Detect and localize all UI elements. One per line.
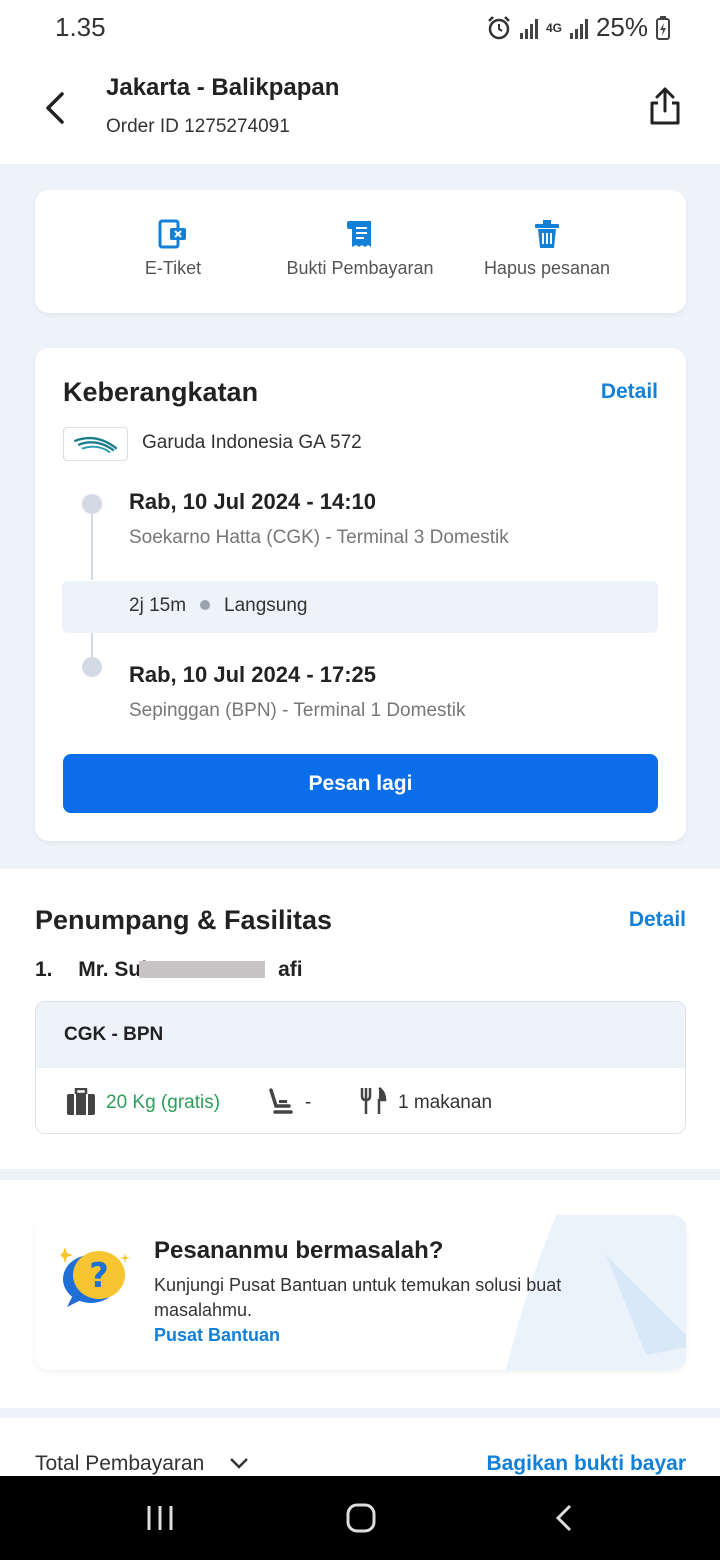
garuda-logo-icon [63, 427, 128, 461]
passengers-detail-link[interactable]: Detail [629, 908, 686, 932]
passenger-name-suffix: afi [278, 958, 303, 981]
signal-icon-2 [569, 17, 588, 39]
flight-duration-box: 2j 15m Langsung [62, 581, 658, 633]
home-icon[interactable] [345, 1502, 377, 1534]
order-id: Order ID 1275274091 [106, 116, 290, 137]
meal-value: 1 makanan [398, 1092, 493, 1113]
arrive-airport: Sepinggan (BPN) - Terminal 1 Domestik [129, 700, 466, 721]
status-bar: 1.35 4G 25% [0, 0, 720, 56]
back-arrow-icon[interactable] [38, 86, 78, 130]
help-center-link[interactable]: Pusat Bantuan [154, 1325, 280, 1346]
departure-card: Keberangkatan Detail Garuda Indonesia GA… [35, 348, 686, 841]
redacted-name-block [139, 961, 265, 978]
depart-airport: Soekarno Hatta (CGK) - Terminal 3 Domest… [129, 527, 509, 548]
arrive-dot [82, 657, 102, 677]
ticket-icon [158, 219, 186, 249]
rebook-button[interactable]: Pesan lagi [63, 754, 658, 813]
payment-proof-button[interactable]: Bukti Pembayaran [270, 218, 450, 279]
timeline-line [91, 514, 93, 580]
passenger-name-prefix: Mr. Sul [78, 958, 148, 981]
meal-icon [360, 1086, 387, 1114]
question-bubble-icon: ? [61, 1247, 130, 1307]
delete-order-label: Hapus pesanan [483, 258, 611, 278]
airline-name: Garuda Indonesia GA 572 [142, 432, 362, 453]
arrive-datetime: Rab, 10 Jul 2024 - 17:25 [129, 662, 377, 687]
total-payment-toggle[interactable]: Total Pembayaran [35, 1452, 250, 1476]
signal-icon [519, 17, 538, 39]
share-payment-proof-link[interactable]: Bagikan bukti bayar [486, 1452, 686, 1476]
svg-text:?: ? [89, 1256, 109, 1296]
seat-icon [269, 1088, 293, 1114]
page-title: Jakarta - Balikpapan [106, 74, 340, 101]
flight-duration: 2j 15m [129, 595, 187, 616]
depart-datetime: Rab, 10 Jul 2024 - 14:10 [129, 489, 377, 514]
passenger-number: 1. [35, 958, 53, 981]
order-actions-card: E-Tiket Bukti Pembayaran Hapus pesanan [35, 190, 686, 313]
system-back-icon[interactable] [552, 1503, 576, 1533]
trash-icon [535, 220, 559, 248]
separator-dot [200, 600, 210, 610]
route-title: CGK - BPN [64, 1024, 164, 1045]
route-facility-box: CGK - BPN 20 Kg (gratis) - 1 makanan [35, 1001, 686, 1134]
battery-percent: 25% [595, 12, 648, 42]
departure-title: Keberangkatan [63, 377, 259, 407]
e-ticket-label: E-Tiket [144, 258, 202, 278]
passengers-title: Penumpang & Fasilitas [35, 905, 333, 935]
chevron-down-icon [230, 1458, 248, 1469]
network-type: 4G [545, 20, 562, 35]
receipt-icon [347, 221, 371, 247]
battery-charging-icon [656, 15, 670, 40]
recent-apps-icon[interactable] [145, 1504, 175, 1532]
help-card[interactable]: ? Pesananmu bermasalah? Kunjungi Pusat B… [35, 1215, 686, 1370]
payment-proof-label: Bukti Pembayaran [286, 258, 434, 278]
e-ticket-button[interactable]: E-Tiket [83, 218, 263, 279]
baggage-allowance: 20 Kg (gratis) [106, 1092, 221, 1113]
flight-type: Langsung [224, 595, 308, 616]
baggage-icon [67, 1088, 95, 1115]
help-description: Kunjungi Pusat Bantuan untuk temukan sol… [154, 1275, 562, 1320]
status-indicators: 4G 25% [486, 12, 670, 43]
depart-dot [82, 494, 102, 514]
route-header: CGK - BPN [36, 1002, 685, 1068]
share-icon[interactable] [648, 86, 682, 126]
timeline-line-2 [91, 633, 93, 657]
seat-value: - [305, 1092, 312, 1113]
alarm-icon [488, 15, 510, 39]
app-header: Jakarta - Balikpapan Order ID 1275274091 [0, 56, 720, 164]
delete-order-button[interactable]: Hapus pesanan [457, 218, 637, 279]
help-title: Pesananmu bermasalah? [154, 1237, 444, 1264]
total-payment-label: Total Pembayaran [35, 1452, 205, 1475]
departure-detail-link[interactable]: Detail [601, 380, 658, 404]
status-time: 1.35 [55, 12, 106, 42]
system-nav-bar [0, 1476, 720, 1560]
